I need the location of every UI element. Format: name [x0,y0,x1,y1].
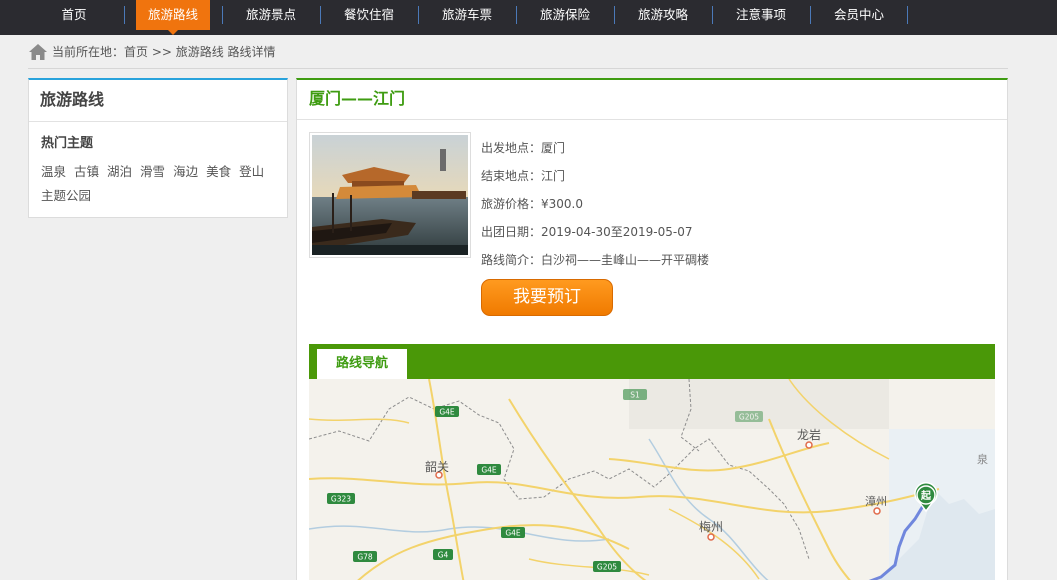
road-shield-icon: G4E [477,464,501,475]
city-label: 梅州 [699,519,723,534]
route-map[interactable]: G4E G4E G323 G78 G4 G4E G205 G205 S1 韶关 … [309,379,995,580]
route-detail-panel: 厦门——江门 出发地点：厦门 结束地点：江门 旅游价格：¥300.0 出团日期：… [296,78,1008,580]
info-value: 白沙祠——圭峰山——开平碉楼 [541,253,710,267]
road-shield-label: G78 [357,553,373,562]
route-photo [309,132,471,258]
info-label: 出发地点： [481,141,542,155]
road-shield-icon: G4E [435,406,459,417]
road-shield-label: G205 [597,563,617,572]
city-label: 泉 [977,452,988,466]
sidebar-title: 旅游路线 [29,80,287,122]
info-value: 厦门 [541,141,566,155]
nav-item-member-center[interactable]: 会员中心 [822,0,896,30]
city-label: 韶关 [425,459,449,474]
tag-food[interactable]: 美食 [206,160,231,184]
route-info: 出发地点：厦门 结束地点：江门 旅游价格：¥300.0 出团日期：2019-04… [481,134,709,274]
active-caret-icon [168,30,178,35]
divider [28,68,1008,69]
nav-separator [222,6,223,24]
nav-item-guides[interactable]: 旅游攻略 [626,0,700,30]
tag-ancient-town[interactable]: 古镇 [74,160,99,184]
sidebar: 旅游路线 热门主题 温泉 古镇 湖泊 滑雪 海边 美食 登山主题公园 [28,78,288,218]
info-row-summary: 路线简介：白沙祠——圭峰山——开平碉楼 [481,246,709,274]
tag-hot-spring[interactable]: 温泉 [41,160,66,184]
road-shield-icon: G4E [501,527,525,538]
info-label: 结束地点： [481,169,542,183]
road-shield-label: G205 [739,413,759,422]
road-shield-label: G4E [439,408,455,417]
tag-theme-park[interactable]: 主题公园 [41,184,91,208]
road-shield-icon: S1 [623,389,647,400]
city-label: 漳州 [865,494,887,508]
nav-separator [614,6,615,24]
nav-separator [320,6,321,24]
home-icon [29,44,47,60]
road-shield-icon: G78 [353,551,377,562]
breadcrumb-text: 当前所在地：首页 >> 旅游路线 路线详情 [52,45,276,59]
nav-item-home[interactable]: 首页 [38,0,110,30]
info-row-dates: 出团日期：2019-04-30至2019-05-07 [481,218,709,246]
info-value: 江门 [541,169,566,183]
theme-tags: 温泉 古镇 湖泊 滑雪 海边 美食 登山主题公园 [41,160,281,208]
info-label: 路线简介： [481,253,542,267]
info-row-price: 旅游价格：¥300.0 [481,190,709,218]
road-shield-label: G323 [331,495,351,504]
road-shield-icon: G205 [735,411,763,422]
map-canvas: G4E G4E G323 G78 G4 G4E G205 G205 S1 韶关 … [309,379,995,580]
info-value: 2019-04-30至2019-05-07 [541,225,693,239]
route-nav-bar: 路线导航 [309,344,995,379]
info-label: 出团日期： [481,225,542,239]
top-nav: 首页 旅游路线 旅游景点 餐饮住宿 旅游车票 旅游保险 旅游攻略 注意事项 会员… [0,0,1057,35]
start-marker-label: 起 [920,489,932,502]
info-value: ¥300.0 [541,197,584,211]
nav-separator [124,6,125,24]
road-shield-label: G4 [438,551,449,560]
sidebar-subtitle: 热门主题 [41,136,94,151]
tab-route-navigation[interactable]: 路线导航 [317,349,407,379]
nav-item-scenic-spots[interactable]: 旅游景点 [234,0,308,30]
nav-separator [810,6,811,24]
nav-separator [516,6,517,24]
road-shield-label: G4E [505,529,521,538]
nav-item-label: 旅游路线 [147,7,198,22]
nav-separator [712,6,713,24]
nav-item-notices[interactable]: 注意事项 [724,0,798,30]
city-label: 龙岩 [797,427,821,442]
route-photo-image [312,135,468,255]
nav-item-routes[interactable]: 旅游路线 [136,0,210,35]
nav-item-tickets[interactable]: 旅游车票 [430,0,504,30]
road-shield-icon: G323 [327,493,355,504]
nav-item-food-lodging[interactable]: 餐饮住宿 [332,0,406,30]
info-row-destination: 结束地点：江门 [481,162,709,190]
book-now-button[interactable]: 我要预订 [481,279,613,316]
road-shield-label: G4E [481,466,497,475]
nav-item-insurance[interactable]: 旅游保险 [528,0,602,30]
tag-seaside[interactable]: 海边 [173,160,198,184]
info-label: 旅游价格： [481,197,542,211]
nav-separator [907,6,908,24]
nav-separator [418,6,419,24]
tag-skiing[interactable]: 滑雪 [140,160,165,184]
tag-climbing[interactable]: 登山 [239,160,264,184]
road-shield-label: S1 [630,391,640,400]
info-row-departure: 出发地点：厦门 [481,134,709,162]
road-shield-icon: G4 [433,549,453,560]
tag-lake[interactable]: 湖泊 [107,160,132,184]
road-shield-icon: G205 [593,561,621,572]
route-title: 厦门——江门 [297,80,1007,120]
